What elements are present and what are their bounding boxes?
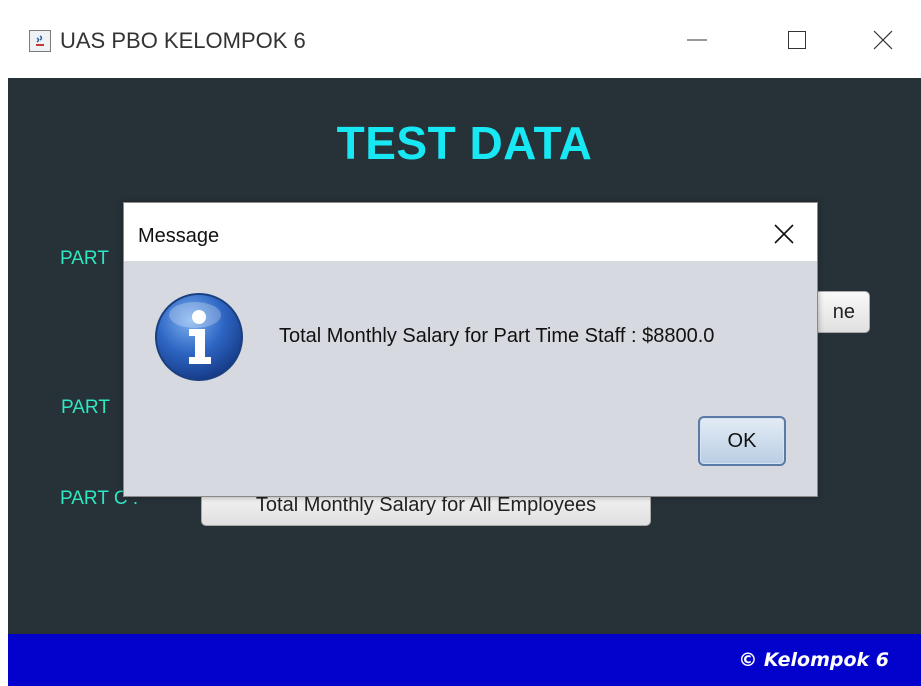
message-dialog: Message Total Monthly Salary for Part Ti…	[123, 202, 818, 497]
page-heading: TEST DATA	[336, 117, 593, 169]
dialog-title-bar[interactable]: Message	[124, 203, 817, 261]
close-icon	[873, 30, 893, 50]
window-title: UAS PBO KELOMPOK 6	[60, 28, 306, 53]
dialog-close-button[interactable]	[764, 217, 804, 251]
maximize-button[interactable]	[767, 18, 827, 62]
copyright-text: © Kelompok 6	[738, 649, 889, 671]
minimize-icon	[687, 39, 707, 41]
dialog-title: Message	[138, 225, 220, 247]
footer-bar: © Kelompok 6	[8, 634, 921, 686]
ok-button[interactable]: OK	[698, 416, 786, 466]
part-b-label: PART	[61, 397, 110, 418]
information-icon	[153, 291, 245, 383]
dialog-message: Total Monthly Salary for Part Time Staff…	[279, 325, 715, 347]
window-close-button[interactable]	[853, 18, 913, 62]
maximize-icon	[788, 31, 806, 49]
minimize-button[interactable]	[667, 18, 727, 62]
part-a-label: PART	[60, 248, 109, 269]
close-icon	[774, 224, 794, 244]
screen-edge	[0, 0, 8, 686]
java-app-icon	[29, 30, 51, 52]
title-bar[interactable]: UAS PBO KELOMPOK 6	[8, 0, 921, 78]
